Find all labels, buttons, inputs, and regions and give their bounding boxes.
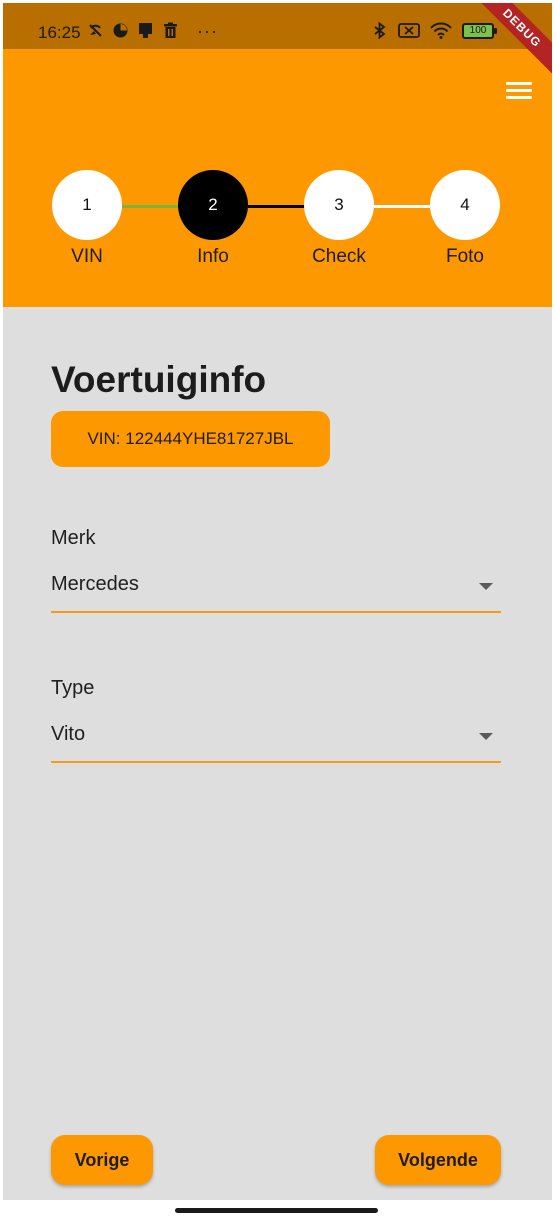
type-field-label: Type <box>51 677 95 699</box>
step-2-label: Info <box>197 246 229 267</box>
status-more-dots: ··· <box>197 21 218 41</box>
home-indicator[interactable] <box>175 1208 378 1213</box>
data-saver-icon <box>112 22 129 39</box>
brand-field-label: Merk <box>51 527 96 549</box>
step-1-circle[interactable]: 1 <box>52 170 122 240</box>
app-bar: 1 2 3 4 VIN Info Check Foto <box>3 49 552 307</box>
wifi-calling-off-icon <box>87 22 104 39</box>
notification-icon <box>137 22 154 39</box>
dropdown-arrow-icon <box>479 733 493 740</box>
step-connector-3 <box>374 205 434 208</box>
trash-icon <box>162 22 179 39</box>
brand-dropdown[interactable]: Mercedes <box>51 573 501 613</box>
step-4-label: Foto <box>445 246 485 267</box>
type-dropdown[interactable]: Vito <box>51 723 501 763</box>
app-screen: 16:25 ··· 100 1 2 3 4 VIN Info Check Fot… <box>3 3 552 1200</box>
step-connector-2 <box>248 205 308 208</box>
dropdown-arrow-icon <box>479 583 493 590</box>
step-3-label: Check <box>312 246 366 267</box>
vin-chip[interactable]: VIN: 122444YHE81727JBL <box>51 411 330 467</box>
brand-dropdown-value: Mercedes <box>51 573 139 595</box>
previous-button[interactable]: Vorige <box>51 1135 153 1185</box>
step-connector-1 <box>122 205 182 208</box>
status-time: 16:25 <box>38 23 81 42</box>
step-4-circle[interactable]: 4 <box>430 170 500 240</box>
status-right-icons: 100 <box>371 21 497 40</box>
menu-icon[interactable] <box>504 79 534 101</box>
no-sim-icon <box>398 22 420 39</box>
progress-stepper: 1 2 3 4 VIN Info Check Foto <box>3 49 552 307</box>
step-3-circle[interactable]: 3 <box>304 170 374 240</box>
type-dropdown-value: Vito <box>51 723 86 745</box>
step-2-circle[interactable]: 2 <box>178 170 248 240</box>
battery-indicator: 100 <box>462 22 497 39</box>
main-content: Voertuiginfo VIN: 122444YHE81727JBL Merk… <box>3 307 552 1200</box>
bluetooth-icon <box>371 21 388 40</box>
status-left-icons <box>87 22 179 39</box>
page-title: Voertuiginfo <box>51 359 267 400</box>
next-button[interactable]: Volgende <box>375 1135 501 1185</box>
step-1-label: VIN <box>71 246 103 267</box>
wifi-icon <box>430 22 452 39</box>
status-bar: 16:25 ··· 100 <box>3 3 552 49</box>
